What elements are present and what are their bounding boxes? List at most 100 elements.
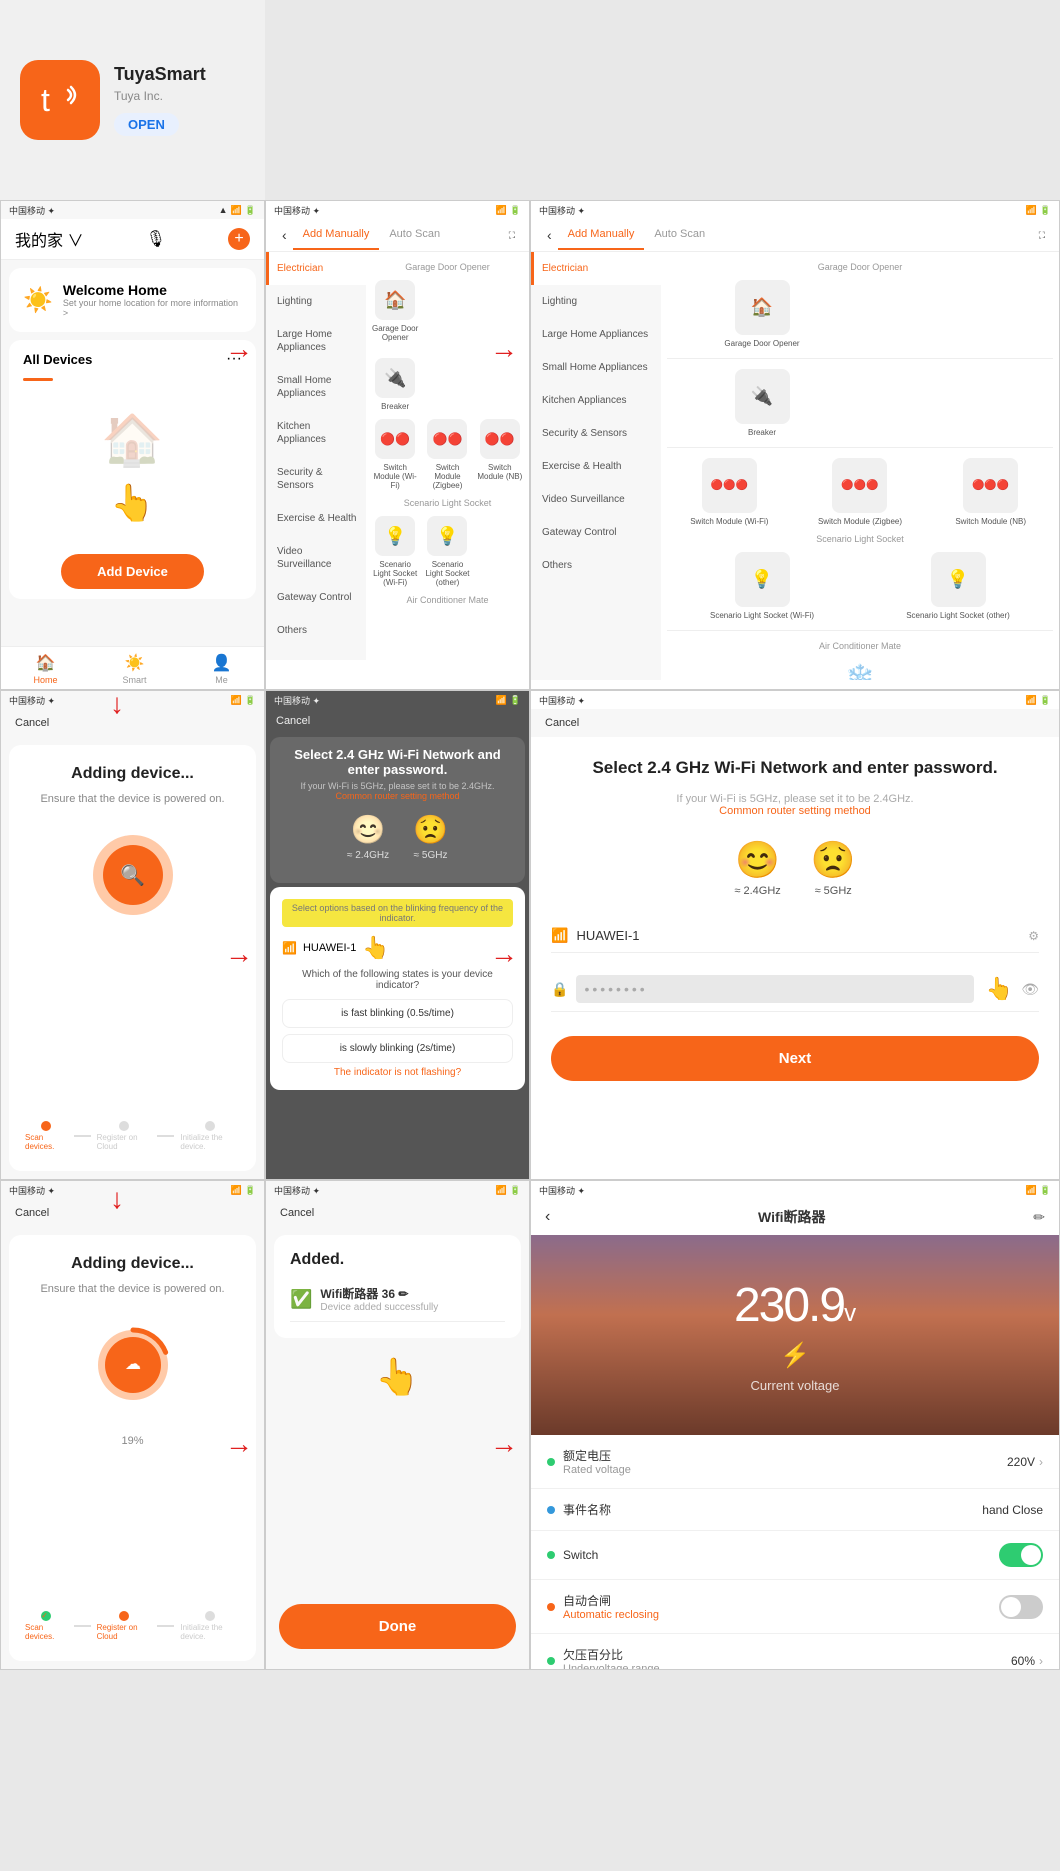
status-icons-r1c1: ▲ 📶 🔋 xyxy=(219,205,256,216)
cancel-btn-r2c1[interactable]: Cancel xyxy=(15,717,49,729)
router-link[interactable]: Common router setting method xyxy=(719,805,871,817)
eye-icon-pw[interactable]: 👁 xyxy=(1021,981,1039,998)
cat-kitchen[interactable]: Kitchen Appliances xyxy=(266,410,366,456)
cancel-btn-r2c3[interactable]: Cancel xyxy=(545,717,579,729)
step-dot-init-r3c1 xyxy=(205,1611,215,1621)
wifi-settings-icon[interactable]: ⚙ xyxy=(1028,929,1039,943)
device-swzigbee-large[interactable]: 🔴🔴🔴 Switch Module (Zigbee) xyxy=(798,458,923,526)
cat-video-large[interactable]: Video Surveillance xyxy=(531,483,661,516)
device-scother-large[interactable]: 💡 Scenario Light Socket (other) xyxy=(863,552,1053,620)
freq-sel-good[interactable]: 😊 ≈ 2.4GHz xyxy=(734,839,780,897)
device-garage-door[interactable]: 🏠 Garage Door Opener xyxy=(372,280,418,342)
router-link-bg[interactable]: Common router setting method xyxy=(280,791,515,801)
device-breaker-large[interactable]: 🔌 Breaker xyxy=(667,369,857,437)
status-bar-r3c1: 中国移动 ✦ 📶🔋 xyxy=(1,1181,264,1199)
detail-row-switch[interactable]: Switch xyxy=(531,1531,1059,1580)
charging-icon: ⚡ xyxy=(780,1342,810,1369)
back-button-r1c3[interactable]: ‹ xyxy=(541,219,558,251)
cat-exercise[interactable]: Exercise & Health xyxy=(266,502,366,535)
wifi-password-row: 🔒 •••••••• 👆 👁 xyxy=(551,967,1039,1012)
cancel-btn-r3c1[interactable]: Cancel xyxy=(15,1207,49,1219)
device-scenario-wifi[interactable]: 💡 Scenario Light Socket (Wi-Fi) xyxy=(372,516,418,587)
switch-toggle[interactable] xyxy=(999,1543,1043,1567)
mic-icon[interactable]: 🎙 xyxy=(146,229,166,249)
back-btn-detail[interactable]: ‹ xyxy=(545,1208,550,1226)
device-switch-zigbee[interactable]: 🔴🔴 Switch Module (Zigbee) xyxy=(424,419,470,490)
device-added-name: Wifi断路器 36 ✏ xyxy=(320,1285,438,1302)
freq-good-label-bg: ≈ 2.4GHz xyxy=(347,850,389,861)
device-swwifi-large[interactable]: 🔴🔴🔴 Switch Module (Wi-Fi) xyxy=(667,458,792,526)
device-switch-nb[interactable]: 🔴🔴 Switch Module (NB) xyxy=(477,419,523,490)
breaker-icon-large: 🔌 xyxy=(735,369,790,424)
fullscreen-icon[interactable]: ⛶ xyxy=(505,222,519,249)
cat-large-home-large[interactable]: Large Home Appliances xyxy=(531,318,661,351)
blink-slow-option[interactable]: is slowly blinking (2s/time) xyxy=(282,1034,513,1063)
check-circle-icon: ✅ xyxy=(290,1289,312,1310)
cat-small-home[interactable]: Small Home Appliances xyxy=(266,364,366,410)
device-breaker[interactable]: 🔌 Breaker xyxy=(372,358,418,411)
tab-manual-large[interactable]: Add Manually xyxy=(558,220,645,250)
device-scenario-other[interactable]: 💡 Scenario Light Socket (other) xyxy=(424,516,470,587)
detail-row-under[interactable]: 欠压百分比 Undervoltage range 60% › xyxy=(531,1634,1059,1669)
status-bar-r1c2: 中国移动 ✦ 📶 🔋 xyxy=(266,201,529,219)
nav-smart[interactable]: ☀️ Smart xyxy=(123,653,147,685)
all-devices-section: All Devices ··· 🏠 👆 Add Device xyxy=(9,340,256,599)
add-device-button[interactable]: Add Device xyxy=(61,554,204,589)
scenario-wifi-icon: 💡 xyxy=(375,516,415,556)
done-button[interactable]: Done xyxy=(279,1604,516,1649)
edit-btn-detail[interactable]: ✏ xyxy=(1033,1209,1045,1226)
cat-large-home[interactable]: Large Home Appliances xyxy=(266,318,366,364)
cancel-btn-r3c2[interactable]: Cancel xyxy=(280,1207,314,1219)
nav-me[interactable]: 👤 Me xyxy=(212,653,232,685)
not-flashing-link[interactable]: The indicator is not flashing? xyxy=(282,1067,513,1078)
device-swnb-large[interactable]: 🔴🔴🔴 Switch Module (NB) xyxy=(928,458,1053,526)
nav-home[interactable]: 🏠 Home xyxy=(34,653,58,685)
freq-selector: 😊 ≈ 2.4GHz 😟 ≈ 5GHz xyxy=(551,839,1039,897)
device-garage-large[interactable]: 🏠 Garage Door Opener xyxy=(667,280,857,348)
step-scan-r3c1: ✓ Scan devices. xyxy=(25,1611,68,1641)
fullscreen-icon-large[interactable]: ⛶ xyxy=(1035,222,1049,249)
cat-gateway[interactable]: Gateway Control xyxy=(266,581,366,614)
sad-emoji: 😟 xyxy=(811,839,856,881)
back-button-r1c2[interactable]: ‹ xyxy=(276,219,293,251)
arrow-r1-right2: → xyxy=(490,335,518,363)
cat-security[interactable]: Security & Sensors xyxy=(266,456,366,502)
cat-lighting-large[interactable]: Lighting xyxy=(531,285,661,318)
step-scan: Scan devices. xyxy=(25,1121,68,1151)
cat-kitchen-large[interactable]: Kitchen Appliances xyxy=(531,384,661,417)
cat-electrician[interactable]: Electrician xyxy=(266,252,366,285)
cat-gateway-large[interactable]: Gateway Control xyxy=(531,516,661,549)
device-scwifi-large[interactable]: 💡 Scenario Light Socket (Wi-Fi) xyxy=(667,552,857,620)
cancel-r2c2-top[interactable]: Cancel xyxy=(266,709,529,733)
lock-icon-r2c3: 🔒 xyxy=(551,981,568,998)
adding-content-r3c1: Adding device... Ensure that the device … xyxy=(9,1235,256,1661)
carrier-r1c1: 中国移动 ✦ xyxy=(9,204,55,217)
detail-row-rated[interactable]: 额定电压 Rated voltage 220V › xyxy=(531,1435,1059,1489)
detail-row-auto[interactable]: 自动合闸 Automatic reclosing xyxy=(531,1580,1059,1634)
wifi-icon-modal: 📶 xyxy=(282,941,297,955)
tab-scan-large[interactable]: Auto Scan xyxy=(644,220,715,250)
tab-add-manually[interactable]: Add Manually xyxy=(293,220,380,250)
device-switch-wifi[interactable]: 🔴🔴 Switch Module (Wi-Fi) xyxy=(372,419,418,490)
next-button[interactable]: Next xyxy=(551,1036,1039,1081)
cat-video[interactable]: Video Surveillance xyxy=(266,535,366,581)
step-line1-r3c1 xyxy=(74,1625,91,1627)
blink-fast-option[interactable]: is fast blinking (0.5s/time) xyxy=(282,999,513,1028)
add-icon[interactable]: + xyxy=(228,228,250,250)
voltage-value: 230.9 xyxy=(734,1279,844,1332)
section-ac-large: Air Conditioner Mate xyxy=(667,637,1053,655)
cat-others-large[interactable]: Others xyxy=(531,549,661,582)
dot-event xyxy=(547,1506,555,1514)
cat-lighting[interactable]: Lighting xyxy=(266,285,366,318)
auto-reclosing-toggle[interactable] xyxy=(999,1595,1043,1619)
home-selector[interactable]: 我的家 ∨ xyxy=(15,227,83,251)
cat-security-large[interactable]: Security & Sensors xyxy=(531,417,661,450)
cat-small-home-large[interactable]: Small Home Appliances xyxy=(531,351,661,384)
blink-question: Which of the following states is your de… xyxy=(282,969,513,991)
cat-others[interactable]: Others xyxy=(266,614,366,647)
open-button[interactable]: OPEN xyxy=(114,113,179,136)
step-register-r3c1: Register on Cloud xyxy=(97,1611,152,1641)
cat-exercise-large[interactable]: Exercise & Health xyxy=(531,450,661,483)
tab-auto-scan[interactable]: Auto Scan xyxy=(379,220,450,250)
cat-electrician-large[interactable]: Electrician xyxy=(531,252,661,285)
